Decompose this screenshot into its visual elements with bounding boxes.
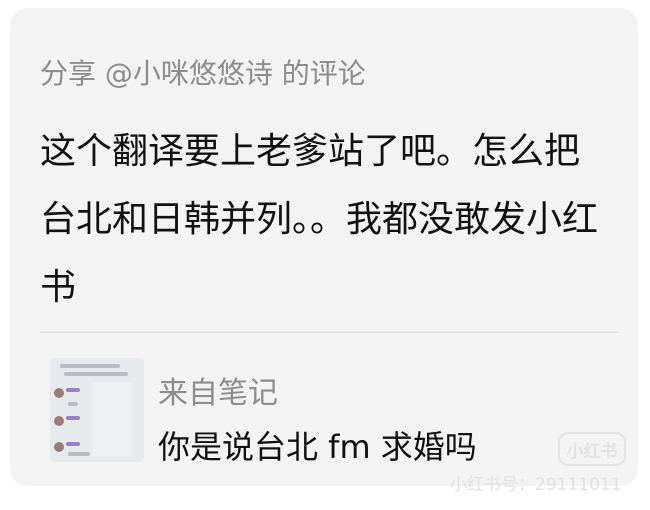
note-excerpt[interactable]: 你是说台北 fm 求婚吗 [158, 422, 477, 468]
note-source-label: 来自笔记 [158, 376, 278, 411]
thumb-avatar [54, 442, 64, 452]
thumb-line [64, 372, 128, 376]
thumb-tag [66, 416, 80, 420]
thumb-panel [92, 382, 132, 456]
xiaohongshu-id-watermark: 小红书号：29111011 [450, 475, 622, 495]
divider [40, 332, 618, 333]
thumb-avatar [54, 388, 64, 398]
comment-text: 这个翻译要上老爹站了吧。怎么把台北和日韩并列。。我都没敢发小红书 [40, 131, 599, 308]
thumb-tag [66, 388, 80, 392]
thumb-line [68, 402, 78, 406]
share-header: 分享 @小咪悠悠诗 的评论 [40, 57, 366, 90]
note-thumbnail[interactable] [50, 358, 144, 462]
thumb-avatar [54, 416, 64, 426]
thumb-line [60, 364, 120, 368]
thumb-line [68, 452, 90, 456]
shared-comment-card[interactable]: 分享 @小咪悠悠诗 的评论 这个翻译要上老爹站了吧。怎么把台北和日韩并列。。我都… [10, 8, 638, 486]
thumb-tag [66, 442, 80, 446]
xiaohongshu-logo-watermark: 小红书 [558, 432, 626, 466]
